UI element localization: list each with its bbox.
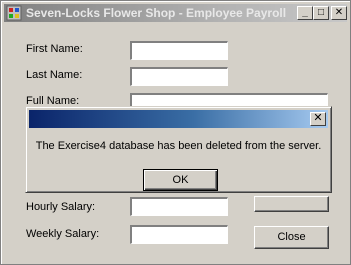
- first-name-field[interactable]: [130, 41, 228, 60]
- window-title: Seven-Locks Flower Shop - Employee Payro…: [26, 6, 287, 20]
- app-icon: [6, 5, 22, 21]
- minimize-button[interactable]: _: [297, 6, 313, 20]
- maximize-button[interactable]: □: [313, 6, 329, 20]
- calculate-button[interactable]: [254, 196, 329, 212]
- weekly-salary-label: Weekly Salary:: [26, 228, 100, 240]
- close-button[interactable]: Close: [254, 226, 329, 249]
- weekly-salary-field[interactable]: [130, 225, 228, 244]
- dialog-message: The Exercise4 database has been deleted …: [35, 140, 322, 152]
- last-name-field[interactable]: [130, 67, 228, 86]
- message-dialog: ✕ The Exercise4 database has been delete…: [25, 106, 332, 193]
- hourly-salary-label: Hourly Salary:: [26, 201, 96, 213]
- dialog-titlebar[interactable]: ✕: [29, 110, 328, 128]
- window-titlebar[interactable]: Seven-Locks Flower Shop - Employee Payro…: [4, 4, 347, 22]
- ok-button[interactable]: OK: [143, 169, 218, 191]
- first-name-label: First Name:: [26, 43, 83, 55]
- dialog-close-icon[interactable]: ✕: [310, 112, 326, 126]
- hourly-salary-field[interactable]: [130, 197, 228, 216]
- close-window-button[interactable]: ✕: [331, 6, 347, 20]
- last-name-label: Last Name:: [26, 69, 83, 81]
